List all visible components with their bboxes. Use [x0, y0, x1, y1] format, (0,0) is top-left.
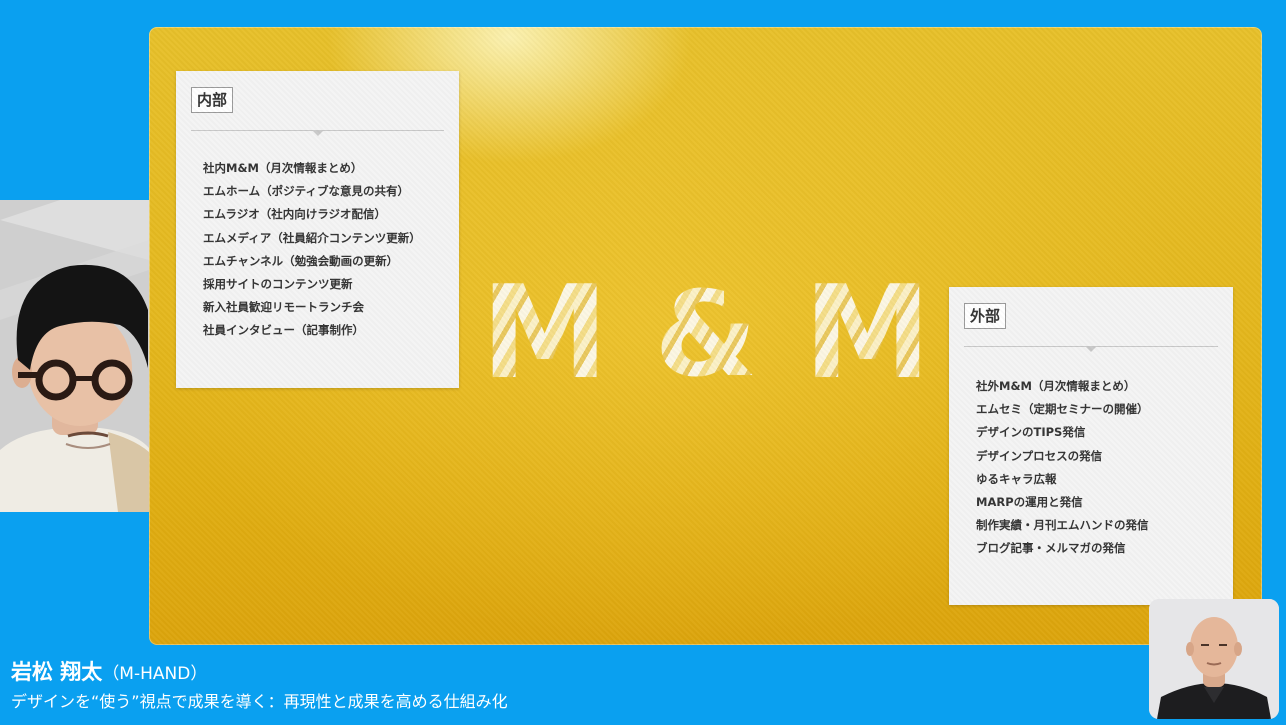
guest-figure	[1149, 599, 1279, 719]
list-item: エムメディア（社員紹介コンテンツ更新）	[203, 230, 421, 245]
list-item: エムチャンネル（勉強会動画の更新）	[203, 253, 399, 268]
list-item: 社外M&M（月次情報まとめ）	[976, 379, 1136, 393]
list-item: エムセミ（定期セミナーの開催）	[976, 402, 1149, 417]
speaker-name-line: 岩松 翔太（M-HAND）	[11, 657, 508, 689]
list-item: デザインのTIPS発信	[976, 425, 1086, 440]
list-item: 採用サイトのコンテンツ更新	[203, 276, 353, 291]
list-item: デザインプロセスの発信	[976, 448, 1103, 463]
panel-divider	[964, 346, 1218, 352]
list-item: エムホーム（ポジティブな意見の共有）	[203, 184, 409, 199]
presenter-figure	[0, 200, 149, 512]
internal-activities-list: 社内M&M（月次情報まとめ） エムホーム（ポジティブな意見の共有） エムラジオ（…	[203, 157, 421, 343]
list-item: 社内M&M（月次情報まとめ）	[203, 161, 363, 175]
presenter-video	[0, 200, 149, 512]
guest-video	[1149, 599, 1279, 719]
presentation-slide: M & M 内部 社内M&M（月次情報まとめ） エムホーム（ポジティブな意見の共…	[149, 27, 1262, 645]
list-item: MARPの運用と発信	[976, 494, 1083, 509]
list-item: ゆるキャラ広報	[976, 471, 1057, 486]
talk-title: デザインを“使う”視点で成果を導く：再現性と成果を高める仕組み化	[11, 692, 508, 711]
internal-activities-panel: 内部 社内M&M（月次情報まとめ） エムホーム（ポジティブな意見の共有） エムラ…	[176, 71, 459, 388]
list-item: 制作実績・月刊エムハンドの発信	[976, 518, 1149, 533]
speaker-name: 岩松 翔太	[11, 660, 103, 684]
internal-label: 内部	[191, 87, 234, 113]
logo-letter-m-second: M	[803, 259, 931, 408]
external-label: 外部	[964, 303, 1007, 329]
list-item: ブログ記事・メルマガの発信	[976, 541, 1126, 556]
mm-logo: M & M	[481, 269, 931, 399]
list-item: 社員インタビュー（記事制作）	[203, 323, 364, 338]
logo-letter-m-first: M	[481, 259, 609, 408]
list-item: 新入社員歓迎リモートランチ会	[203, 300, 364, 315]
list-item: エムラジオ（社内向けラジオ配信）	[203, 207, 386, 222]
external-activities-list: 社外M&M（月次情報まとめ） エムセミ（定期セミナーの開催） デザインのTIPS…	[976, 375, 1149, 561]
speaker-affiliation: （M-HAND）	[102, 664, 208, 684]
external-activities-panel: 外部 社外M&M（月次情報まとめ） エムセミ（定期セミナーの開催） デザインのT…	[949, 287, 1233, 605]
panel-divider	[191, 130, 444, 136]
logo-ampersand: &	[654, 265, 758, 403]
speaker-caption: 岩松 翔太（M-HAND） デザインを“使う”視点で成果を導く：再現性と成果を高…	[11, 657, 508, 714]
